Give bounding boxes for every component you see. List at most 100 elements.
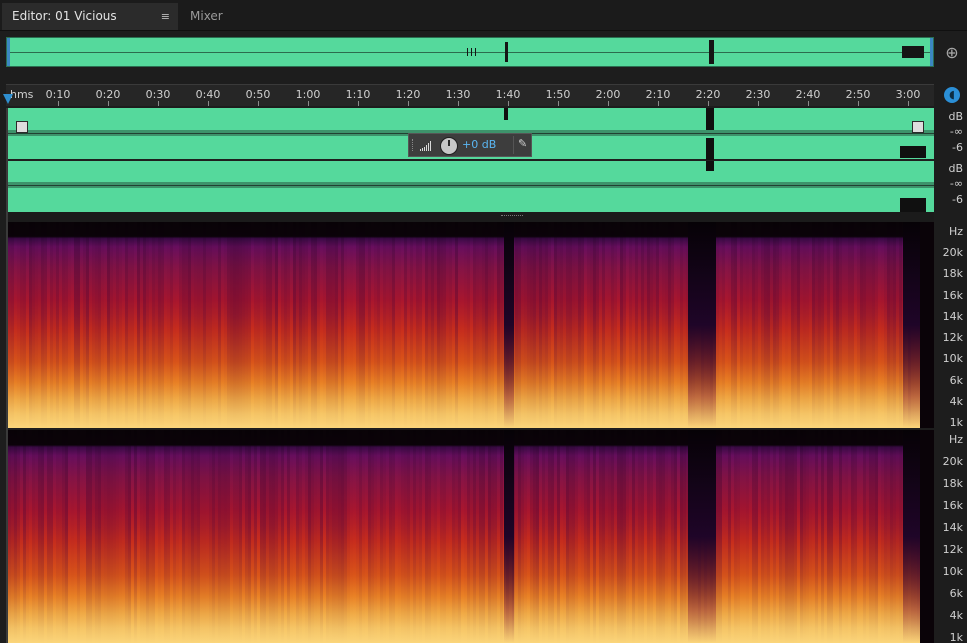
waveform-peak <box>706 161 714 171</box>
ruler-label: 2:40 <box>795 88 821 101</box>
hud-grip[interactable] <box>412 139 415 151</box>
hz-label: 18k <box>942 267 963 280</box>
hz-label: 16k <box>942 499 963 512</box>
hz-label: 12k <box>942 543 963 556</box>
zoom-icon[interactable]: ⊕ <box>942 43 962 63</box>
hz-label: 20k <box>942 246 963 259</box>
spectrogram-quiet-region <box>708 430 716 643</box>
hz-label: 18k <box>942 477 963 490</box>
db-neg-inf: -∞ <box>949 125 963 138</box>
db-minus-6: -6 <box>952 193 963 206</box>
ruler-tick <box>408 101 409 106</box>
ruler-label: 2:50 <box>845 88 871 101</box>
hz-label: 1k <box>949 631 963 643</box>
ruler-tick <box>758 101 759 106</box>
hud-divider <box>513 136 514 154</box>
ruler-label: 3:00 <box>895 88 921 101</box>
ruler-tick <box>708 101 709 106</box>
waveform-peak <box>706 138 714 160</box>
waveform-body <box>8 182 934 188</box>
db-unit: dB <box>948 110 963 123</box>
ruler-tick <box>208 101 209 106</box>
hz-label: 6k <box>949 587 963 600</box>
ruler-tick <box>158 101 159 106</box>
ruler-label: 1:20 <box>395 88 421 101</box>
ruler-tick <box>608 101 609 106</box>
panel-menu-icon[interactable]: ≡ <box>161 3 170 30</box>
fade-in-handle[interactable] <box>16 121 28 133</box>
spectrogram-quiet-region <box>708 222 716 428</box>
ruler-tick <box>308 101 309 106</box>
pin-icon[interactable]: ✎ <box>518 137 527 150</box>
hz-unit: Hz <box>948 433 963 446</box>
spectrogram-quiet-region <box>688 222 708 428</box>
hz-label: 16k <box>942 289 963 302</box>
hz-label: 14k <box>942 310 963 323</box>
frequency-scale-ch1: Hz 20k 18k 16k 14k 12k 10k 6k 4k 1k <box>934 222 967 429</box>
overview-waveform <box>467 40 924 64</box>
db-unit: dB <box>948 162 963 175</box>
ruler-label: 1:00 <box>295 88 321 101</box>
hz-label: 6k <box>949 374 963 387</box>
ruler-label: 0:40 <box>195 88 221 101</box>
view-splitter[interactable] <box>8 212 934 222</box>
ruler-tick <box>508 101 509 106</box>
hz-label: 4k <box>949 395 963 408</box>
ruler-tick <box>58 101 59 106</box>
ruler-tick <box>658 101 659 106</box>
ruler-label: 2:00 <box>595 88 621 101</box>
hz-label: 10k <box>942 565 963 578</box>
tab-mixer-label: Mixer <box>190 9 223 23</box>
hz-unit: Hz <box>948 225 963 238</box>
hz-label: 12k <box>942 331 963 344</box>
ruler-label: 0:50 <box>245 88 271 101</box>
panel-tab-bar: Editor: 01 Vicious Cycle.mp3 ≡ Mixer <box>0 0 967 50</box>
ruler-label: 0:20 <box>95 88 121 101</box>
volume-hud[interactable]: +0 dB ✎ <box>408 133 532 157</box>
headphone-icon[interactable]: ◖ <box>944 87 960 103</box>
spectrogram-quiet-region <box>688 430 708 643</box>
playhead-marker[interactable] <box>3 94 13 104</box>
hz-label: 4k <box>949 609 963 622</box>
ruler-units: hms <box>10 88 34 101</box>
ruler-label: 1:30 <box>445 88 471 101</box>
ruler-tick <box>458 101 459 106</box>
ruler-tick <box>558 101 559 106</box>
overview-navigator[interactable] <box>6 37 934 67</box>
ruler-label: 0:30 <box>145 88 171 101</box>
tab-mixer[interactable]: Mixer <box>180 3 240 30</box>
ruler-label: 2:30 <box>745 88 771 101</box>
ruler-label: 1:10 <box>345 88 371 101</box>
waveform-peak <box>706 108 714 130</box>
time-ruler[interactable]: hms 0:10 0:20 0:30 0:40 0:50 1:00 1:10 1:20 1:30… <box>6 84 934 106</box>
hz-label: 10k <box>942 352 963 365</box>
hz-label: 14k <box>942 521 963 534</box>
ruler-tick <box>908 101 909 106</box>
hz-label: 1k <box>949 416 963 429</box>
channel-separator <box>8 159 934 161</box>
hz-label: 20k <box>942 455 963 468</box>
tab-editor[interactable]: Editor: 01 Vicious Cycle.mp3 ≡ <box>2 3 178 50</box>
ruler-label: 1:50 <box>545 88 571 101</box>
db-neg-inf: -∞ <box>949 177 963 190</box>
db-minus-6: -6 <box>952 141 963 154</box>
ruler-label: 1:40 <box>495 88 521 101</box>
spectrogram-channel-1[interactable] <box>8 222 934 428</box>
spectrogram-end-silence <box>920 222 934 428</box>
spectrogram-quiet-region <box>504 222 514 428</box>
ruler-label: 2:20 <box>695 88 721 101</box>
spectrogram-channel-2[interactable] <box>8 430 934 643</box>
waveform-peak <box>900 146 926 158</box>
gain-value[interactable]: +0 dB <box>462 138 496 151</box>
waveform-display[interactable] <box>8 108 934 212</box>
volume-knob-icon[interactable] <box>440 137 458 155</box>
level-bars-icon <box>420 140 434 151</box>
spectrogram-quiet-region <box>504 430 514 643</box>
audio-editor-window: Editor: 01 Vicious Cycle.mp3 ≡ Mixer ⊕ h… <box>0 0 967 643</box>
ruler-tick <box>808 101 809 106</box>
ruler-tick <box>108 101 109 106</box>
fade-out-handle[interactable] <box>912 121 924 133</box>
ruler-label: 0:10 <box>45 88 71 101</box>
amplitude-scale-ch1: dB -∞ -6 <box>934 108 967 160</box>
spectrogram-end-silence <box>920 430 934 643</box>
